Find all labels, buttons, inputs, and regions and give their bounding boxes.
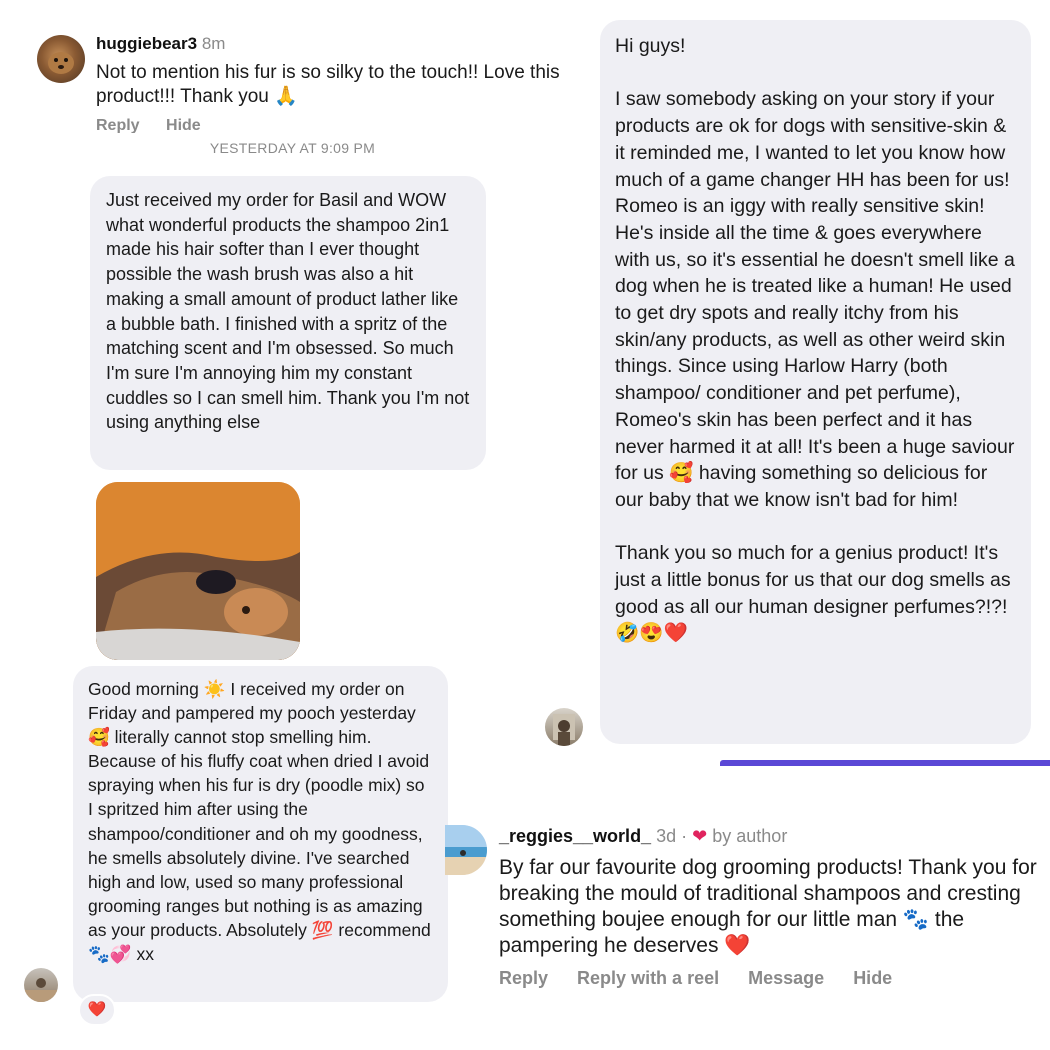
beach-photo-icon bbox=[445, 825, 487, 875]
avatar-sender[interactable] bbox=[545, 708, 583, 746]
message-text: Good morning ☀️ I received my order on F… bbox=[88, 679, 431, 965]
username[interactable]: huggiebear3 bbox=[96, 34, 197, 53]
dog-photo-image bbox=[96, 482, 300, 660]
username[interactable]: _reggies__world_ bbox=[499, 826, 651, 846]
comment-actions: Reply Reply with a reel Message Hide bbox=[499, 968, 892, 989]
message-bubble[interactable]: Hi guys! I saw somebody asking on your s… bbox=[600, 20, 1031, 744]
reaction-heart-icon[interactable]: ❤️ bbox=[78, 994, 116, 1026]
comment-header: huggiebear3 8m bbox=[96, 34, 225, 54]
comment-time: 8m bbox=[201, 34, 226, 53]
avatar-huggiebear3[interactable] bbox=[37, 35, 85, 83]
reply-button[interactable]: Reply bbox=[499, 968, 548, 988]
comment-text: Not to mention his fur is so silky to th… bbox=[96, 62, 560, 107]
hide-button[interactable]: Hide bbox=[853, 968, 892, 988]
message-bubble[interactable]: Just received my order for Basil and WOW… bbox=[90, 176, 486, 470]
dog-photo-icon bbox=[48, 52, 74, 74]
liked-by-author: by author bbox=[712, 826, 788, 846]
message-text: Hi guys! I saw somebody asking on your s… bbox=[615, 35, 1015, 645]
reply-with-reel-button[interactable]: Reply with a reel bbox=[577, 968, 719, 988]
comment-time: 3d bbox=[656, 826, 677, 846]
avatar-sender[interactable] bbox=[24, 968, 58, 1002]
comment-actions: Reply Hide bbox=[96, 117, 296, 133]
dog-photo[interactable] bbox=[96, 482, 300, 660]
message-bubble[interactable]: Good morning ☀️ I received my order on F… bbox=[73, 666, 448, 1002]
accent-bar bbox=[720, 760, 1050, 766]
avatar-reggies-world[interactable] bbox=[445, 825, 487, 875]
author-heart-icon: ❤ bbox=[692, 826, 708, 846]
message-text: Just received my order for Basil and WOW… bbox=[106, 190, 470, 433]
comment-header: _reggies__world_ 3d · ❤ by author bbox=[499, 826, 787, 847]
comment-text: By far our favourite dog grooming produc… bbox=[499, 856, 1037, 957]
message-button[interactable]: Message bbox=[748, 968, 824, 988]
person-photo-icon bbox=[553, 714, 575, 746]
reply-button[interactable]: Reply bbox=[96, 117, 140, 133]
hide-button[interactable]: Hide bbox=[166, 117, 201, 133]
person-photo-icon bbox=[24, 978, 58, 1002]
separator: · bbox=[681, 826, 688, 846]
thread-timestamp: YESTERDAY AT 9:09 PM bbox=[209, 140, 376, 156]
